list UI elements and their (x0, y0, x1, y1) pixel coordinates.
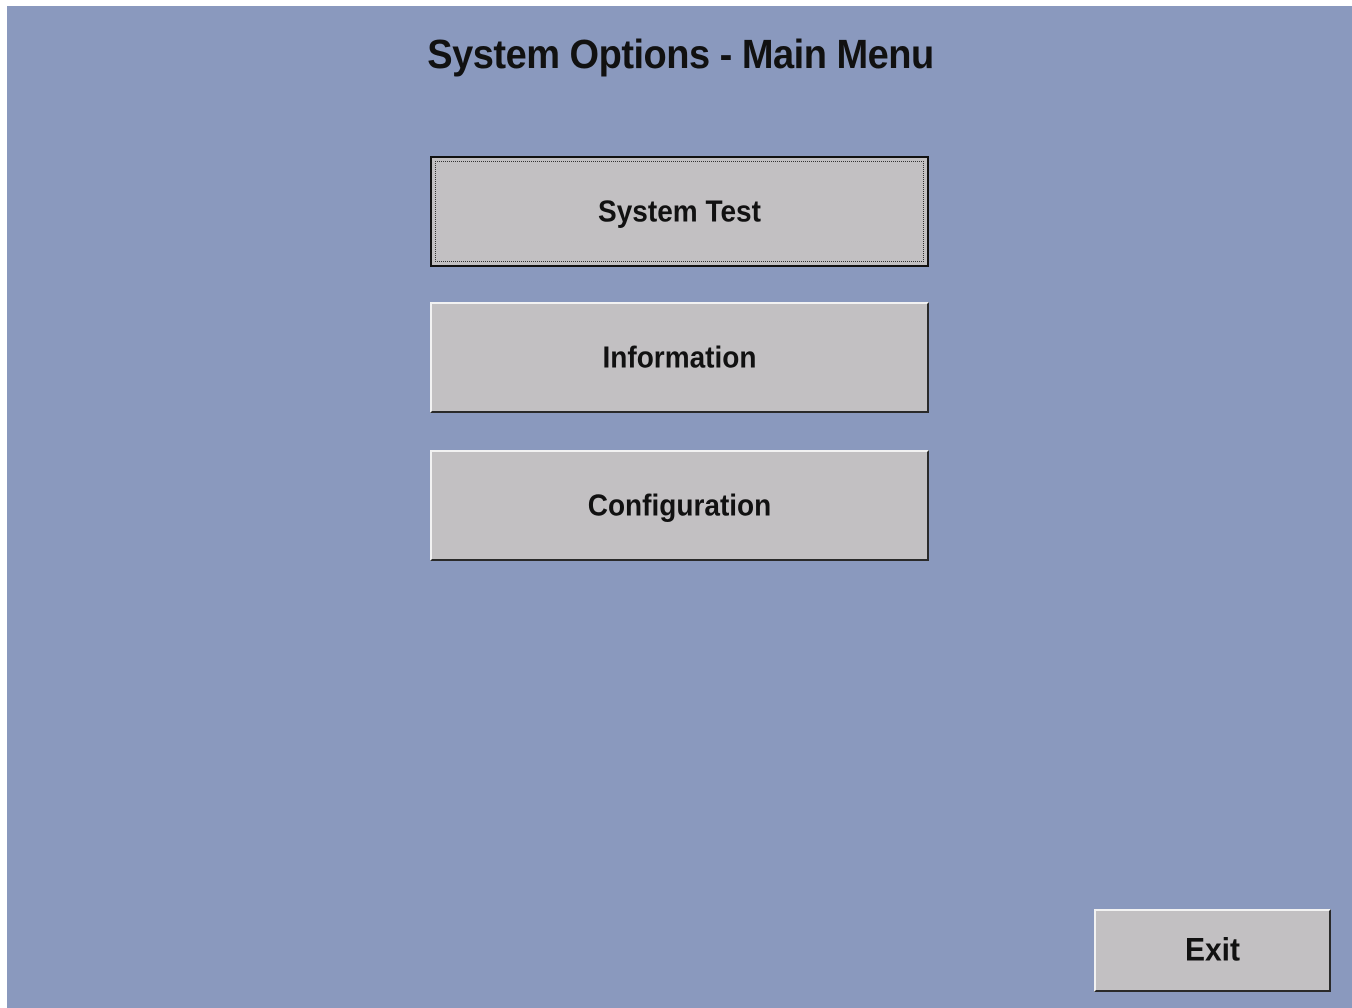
configuration-label: Configuration (587, 488, 772, 522)
information-button[interactable]: Information (430, 302, 929, 413)
page-title: System Options - Main Menu (427, 32, 934, 78)
main-menu-screen: System Options - Main Menu System Test I… (7, 6, 1352, 1008)
system-test-button[interactable]: System Test (430, 156, 929, 267)
exit-label: Exit (1184, 932, 1241, 968)
system-test-label: System Test (598, 194, 761, 228)
information-label: Information (602, 340, 757, 374)
configuration-button[interactable]: Configuration (430, 450, 929, 561)
exit-button[interactable]: Exit (1094, 909, 1331, 992)
